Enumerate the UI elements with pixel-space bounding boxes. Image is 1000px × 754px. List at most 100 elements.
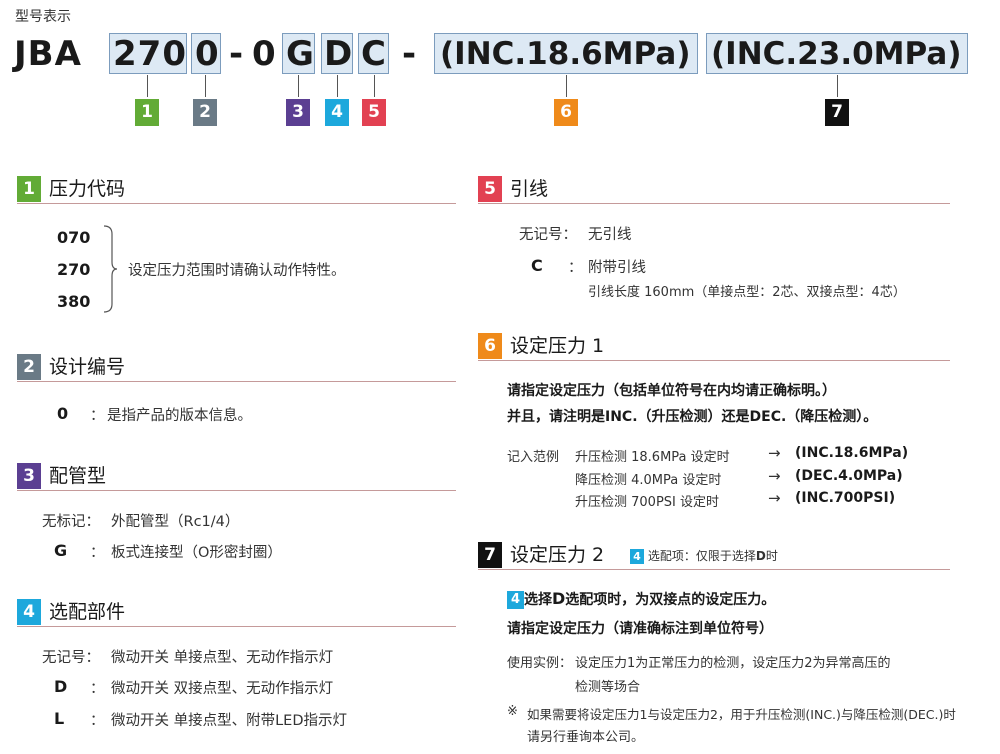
section-number: 6 xyxy=(478,333,502,359)
model-design-no: 0 xyxy=(195,34,220,74)
instruction-text-b: 选配项时，为双接点的设定压力。 xyxy=(565,592,776,608)
lead-key-none: 无记号： xyxy=(519,227,577,243)
badge-5: 5 xyxy=(362,99,386,126)
connector-line xyxy=(837,75,838,97)
piping-desc-none: 外配管型（Rc1/4） xyxy=(111,514,240,530)
option-desc-none: 微动开关 单接点型、无动作指示灯 xyxy=(111,650,334,666)
pressure-code-270: 270 xyxy=(57,260,91,279)
example-code: (INC.700PSI) xyxy=(795,490,896,506)
option-desc-d: 微动开关 双接点型、无动作指示灯 xyxy=(111,681,334,697)
lead-key-c: C xyxy=(531,256,543,275)
setting1-instruction-1: 请指定设定压力（包括单位符号在内均请正确标明。） xyxy=(507,383,836,399)
example-code: (DEC.4.0MPa) xyxy=(795,468,903,484)
instruction-d: D xyxy=(552,589,566,608)
connector-line xyxy=(374,75,375,97)
connector-line xyxy=(147,75,148,97)
section-title: 压力代码 xyxy=(49,178,126,200)
pressure-code-070: 070 xyxy=(57,228,91,247)
piping-key-g: G xyxy=(54,541,68,560)
lead-desc-none: 无引线 xyxy=(588,227,632,243)
setting2-instruction-2: 请指定设定压力（请准确标注到单位符号） xyxy=(507,621,773,637)
arrow-icon: → xyxy=(768,489,781,507)
setting1-instruction-2: 并且，请注明是INC.（升压检测）还是DEC.（降压检测）。 xyxy=(507,409,878,425)
option-badge: 4 xyxy=(630,549,644,564)
piping-desc-g: 板式连接型（O形密封圈） xyxy=(111,545,282,561)
instruction-text-a: 选择 xyxy=(524,592,552,608)
model-caption: 型号表示 xyxy=(15,9,71,25)
setting2-instruction-1: 4 选择D选配项时，为双接点的设定压力。 xyxy=(507,589,775,609)
example-code: (INC.18.6MPa) xyxy=(795,445,909,461)
colon: ： xyxy=(568,260,583,276)
section-1-heading: 1 压力代码 xyxy=(17,176,456,204)
option-note-end: 时 xyxy=(765,549,778,563)
colon: ： xyxy=(90,545,105,561)
section-number: 5 xyxy=(478,176,502,202)
pressure-code-380: 380 xyxy=(57,292,91,311)
model-zero: 0 xyxy=(252,34,277,74)
section-title: 设定压力 2 xyxy=(510,544,605,566)
piping-key-none: 无标记： xyxy=(42,514,100,530)
section-title: 选配部件 xyxy=(49,601,126,623)
section-6-heading: 6 设定压力 1 xyxy=(478,333,950,361)
option-note-d: D xyxy=(755,549,766,563)
note-text-2: 请另行垂询本公司。 xyxy=(527,730,645,745)
section-5-heading: 5 引线 xyxy=(478,176,950,204)
example-desc: 降压检测 4.0MPa 设定时 xyxy=(575,473,722,488)
badge-3: 3 xyxy=(286,99,310,126)
section-4-heading: 4 选配部件 xyxy=(17,599,456,627)
section-number: 7 xyxy=(478,542,502,568)
lead-length-note: 引线长度 160mm（单接点型：2芯、双接点型：4芯） xyxy=(588,285,906,300)
model-setting1: (INC.18.6MPa) xyxy=(440,36,691,72)
badge-1: 1 xyxy=(135,99,159,126)
section-number: 4 xyxy=(17,599,41,625)
section-3-heading: 3 配管型 xyxy=(17,463,456,491)
option-badge: 4 xyxy=(507,591,524,609)
colon: ： xyxy=(90,408,105,424)
note-text-1: 如果需要将设定压力1与设定压力2，用于升压检测(INC.)与降压检测(DEC.)… xyxy=(527,707,956,722)
section-number: 1 xyxy=(17,176,41,202)
colon: ： xyxy=(90,681,105,697)
model-dash-1: - xyxy=(229,34,245,74)
section-title: 配管型 xyxy=(49,465,107,487)
option-note-text: 选配项：仅限于选择 xyxy=(647,549,756,563)
arrow-icon: → xyxy=(768,444,781,462)
example-desc: 升压检测 700PSI 设定时 xyxy=(575,495,720,510)
usage-text-2: 检测等场合 xyxy=(575,680,641,695)
connector-line xyxy=(566,75,567,97)
note-mark: ※ xyxy=(507,704,518,719)
design-no-desc: 是指产品的版本信息。 xyxy=(107,408,252,424)
model-dash-2: - xyxy=(402,34,418,74)
option-requirement-note: 4 选配项：仅限于选择D时 xyxy=(630,547,778,564)
model-setting2: (INC.23.0MPa) xyxy=(711,36,962,72)
model-prefix: JBA xyxy=(14,34,82,74)
section-number: 3 xyxy=(17,463,41,489)
section-title: 引线 xyxy=(510,178,549,200)
option-key-d: D xyxy=(54,677,68,696)
badge-2: 2 xyxy=(193,99,217,126)
badge-4: 4 xyxy=(325,99,349,126)
brace-icon xyxy=(103,225,118,313)
usage-text-1: 设定压力1为正常压力的检测，设定压力2为异常高压的 xyxy=(575,656,891,671)
colon: ： xyxy=(90,713,105,729)
usage-label: 使用实例： xyxy=(507,656,573,671)
model-option: D xyxy=(324,34,354,74)
example-label: 记入范例 xyxy=(507,450,560,465)
lead-desc-c: 附带引线 xyxy=(588,260,646,276)
section-2-heading: 2 设计编号 xyxy=(17,354,456,382)
connector-line xyxy=(205,75,206,97)
model-lead: C xyxy=(361,34,387,74)
section-title: 设定压力 1 xyxy=(510,335,605,357)
connector-line xyxy=(337,75,338,97)
section-number: 2 xyxy=(17,354,41,380)
badge-7: 7 xyxy=(825,99,849,126)
option-key-none: 无记号： xyxy=(42,650,100,666)
example-desc: 升压检测 18.6MPa 设定时 xyxy=(575,450,730,465)
design-no-code: 0 xyxy=(57,404,69,423)
section-title: 设计编号 xyxy=(49,356,126,378)
model-piping: G xyxy=(286,34,315,74)
badge-6: 6 xyxy=(554,99,578,126)
option-desc-l: 微动开关 单接点型、附带LED指示灯 xyxy=(111,713,348,729)
pressure-code-note: 设定压力范围时请确认动作特性。 xyxy=(128,263,346,279)
option-key-l: L xyxy=(54,709,65,728)
model-pressure-code: 270 xyxy=(113,34,187,74)
